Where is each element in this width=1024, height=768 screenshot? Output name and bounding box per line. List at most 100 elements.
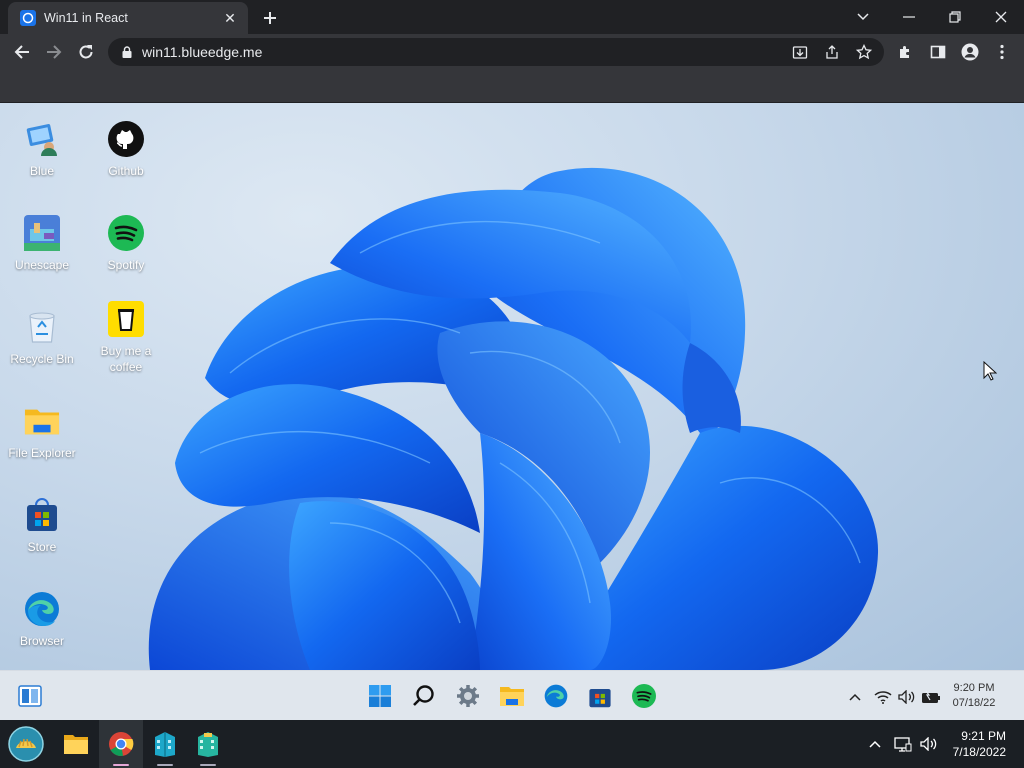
edge-button[interactable] (540, 680, 572, 712)
desktop-icon-browser[interactable]: Browser (0, 591, 84, 649)
start-icon (369, 685, 391, 707)
plus-icon (264, 12, 276, 24)
side-panel-icon (930, 45, 946, 59)
minimize-button[interactable] (886, 0, 932, 34)
host-volume-button[interactable] (918, 734, 940, 754)
folder-icon (24, 403, 60, 439)
search-button[interactable] (408, 680, 440, 712)
chevron-up-icon (869, 740, 881, 748)
edge-icon (544, 684, 568, 708)
arrow-left-icon (14, 45, 29, 59)
mouse-cursor-icon (983, 361, 997, 381)
win11-time: 9:20 PM (953, 682, 995, 694)
browser-tab[interactable]: Win11 in React ✕ (8, 2, 248, 34)
extensions-button[interactable] (890, 36, 922, 68)
host-taskbar: 9:21 PM 7/18/2022 (0, 720, 1024, 768)
browser-toolbar: win11.blueedge.me (0, 34, 1024, 70)
widgets-icon (18, 685, 42, 707)
desktop-icon-label: Github (108, 164, 144, 178)
new-tab-button[interactable] (258, 6, 282, 30)
restore-button[interactable] (932, 0, 978, 34)
tray-overflow-button[interactable] (844, 686, 866, 708)
desktop-icon-buy-me-a-coffee[interactable]: Buy me a coffee (84, 301, 168, 375)
host-app-button-1[interactable] (143, 720, 187, 768)
desktop-icon-label: Browser (19, 634, 64, 648)
back-button[interactable] (6, 36, 38, 68)
file-explorer-button[interactable] (496, 680, 528, 712)
host-file-explorer-button[interactable] (54, 720, 98, 768)
host-start-button[interactable] (4, 720, 48, 768)
browser-menu-button[interactable] (986, 36, 1018, 68)
blue-computer-icon (24, 121, 60, 157)
close-icon (995, 11, 1007, 23)
bookmark-star-icon[interactable] (852, 40, 876, 64)
url-text[interactable]: win11.blueedge.me (142, 44, 884, 60)
desktop-icon-recycle-bin[interactable]: Recycle Bin (0, 309, 84, 367)
battery-button[interactable] (920, 686, 942, 708)
desktop-icon-label: Recycle Bin (10, 352, 74, 366)
share-icon[interactable] (820, 40, 844, 64)
site-favicon-icon (20, 10, 36, 26)
desktop-icon-spotify[interactable]: Spotify (84, 215, 168, 273)
desktop-icon-label: Unescape (14, 258, 70, 272)
store-icon (24, 497, 60, 533)
kebab-menu-icon (1000, 44, 1004, 60)
wifi-icon (874, 691, 892, 704)
browser-tab-strip: Win11 in React ✕ (0, 0, 1024, 34)
profile-button[interactable] (954, 36, 986, 68)
store-button[interactable] (584, 680, 616, 712)
host-app-button-2[interactable] (186, 720, 230, 768)
tab-search-button[interactable] (840, 0, 886, 34)
minimize-icon (903, 16, 915, 18)
desktop-icon-blue[interactable]: Blue (0, 121, 84, 179)
win11-clock[interactable]: 9:20 PM 07/18/22 (944, 681, 1004, 711)
search-icon (413, 685, 434, 706)
desktop-icon-label: Spotify (107, 258, 145, 272)
desktop-icon-store[interactable]: Store (0, 497, 84, 555)
desktop-icon-file-explorer[interactable]: File Explorer (0, 403, 84, 461)
install-app-icon[interactable] (788, 40, 812, 64)
file-explorer-icon (64, 735, 88, 754)
host-chrome-button[interactable] (99, 720, 143, 768)
side-panel-button[interactable] (922, 36, 954, 68)
widgets-button[interactable] (14, 680, 46, 712)
close-window-button[interactable] (978, 0, 1024, 34)
github-icon (108, 121, 144, 157)
spotify-icon (108, 215, 144, 251)
start-button[interactable] (364, 680, 396, 712)
restore-icon (949, 11, 961, 23)
forward-button[interactable] (38, 36, 70, 68)
tab-close-icon[interactable]: ✕ (220, 8, 240, 28)
running-app-indicator (200, 764, 216, 766)
desktop-icon-label: Store (27, 540, 57, 554)
spotify-button[interactable] (628, 680, 660, 712)
host-tray-overflow-button[interactable] (864, 734, 886, 754)
recycle-bin-icon (24, 309, 60, 345)
building-app-icon (155, 732, 175, 757)
settings-button[interactable] (452, 680, 484, 712)
wallpaper-bloom (148, 167, 879, 670)
desktop-icon-github[interactable]: Github (84, 121, 168, 179)
reload-icon (79, 45, 93, 59)
desktop-icon-label: Blue (29, 164, 55, 178)
puzzle-icon (900, 46, 909, 58)
chrome-icon (109, 732, 134, 756)
active-app-indicator (113, 764, 129, 766)
win11-desktop[interactable]: Blue Github Unescape Spotify Recycle Bin… (0, 103, 1024, 670)
lock-icon[interactable] (120, 45, 134, 59)
settings-icon (457, 685, 479, 707)
desktop-icon-unescape[interactable]: Unescape (0, 215, 84, 273)
building-app-icon (198, 732, 218, 757)
win11-taskbar: 9:20 PM 07/18/22 (0, 670, 1024, 721)
address-bar[interactable]: win11.blueedge.me (108, 38, 884, 66)
chevron-down-icon (857, 13, 869, 21)
host-clock[interactable]: 9:21 PM 7/18/2022 (953, 728, 1006, 760)
volume-button[interactable] (896, 686, 918, 708)
desktop-icon-label: Buy me a coffee (100, 344, 152, 374)
wifi-button[interactable] (872, 686, 894, 708)
coffee-cup-icon (108, 301, 144, 337)
reload-button[interactable] (70, 36, 102, 68)
speaker-icon (920, 737, 937, 751)
host-network-button[interactable] (892, 734, 914, 754)
file-explorer-icon (500, 687, 524, 706)
